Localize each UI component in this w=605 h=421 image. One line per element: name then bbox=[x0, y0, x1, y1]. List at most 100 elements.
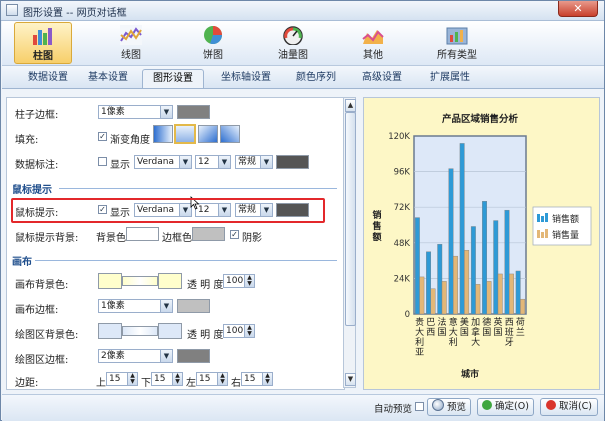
auto-preview-checkbox[interactable] bbox=[415, 402, 424, 411]
bar-border-select[interactable]: 1像素 ▼ bbox=[98, 105, 173, 119]
tool-pie-chart[interactable]: 饼图 bbox=[184, 22, 242, 64]
y-axis-label: 额 bbox=[372, 231, 381, 243]
bar-border-value: 1像素 bbox=[101, 107, 125, 117]
spinner-arrows-icon[interactable]: ▲ ▼ bbox=[127, 373, 137, 385]
chevron-down-icon: ▼ bbox=[218, 156, 230, 168]
x-tick-label: 利 bbox=[449, 336, 458, 348]
tab-axis-settings[interactable]: 坐标轴设置 bbox=[214, 69, 278, 88]
tooltip-border-color-label: 边框色 bbox=[162, 233, 192, 244]
gradient-angle-option-4[interactable] bbox=[220, 125, 240, 143]
close-button[interactable]: ✕ bbox=[558, 1, 598, 17]
spinner-arrows-icon[interactable]: ▲ ▼ bbox=[244, 325, 254, 337]
section-divider bbox=[35, 260, 337, 261]
x-tick-label: 国 bbox=[493, 327, 502, 338]
x-tick-label: 西 bbox=[505, 317, 514, 328]
x-tick-label: 美 bbox=[460, 316, 469, 328]
tooltip-bg-color-swatch[interactable] bbox=[126, 227, 159, 241]
tab-extended-properties[interactable]: 扩展属性 bbox=[422, 69, 478, 88]
tool-label: 柱图 bbox=[33, 51, 53, 62]
canvas-border-color-swatch[interactable] bbox=[177, 299, 210, 313]
x-tick-label: 班 bbox=[505, 326, 514, 338]
margin-bottom-value: 15 bbox=[154, 374, 166, 384]
tooltip-row-highlight bbox=[11, 198, 325, 223]
tab-advanced-settings[interactable]: 高级设置 bbox=[354, 69, 410, 88]
margin-bottom-label: 下 bbox=[141, 378, 151, 389]
margin-right-spinner[interactable]: 15 ▲ ▼ bbox=[241, 372, 273, 386]
canvas-bg-color-b[interactable] bbox=[158, 273, 182, 289]
cancel-icon bbox=[545, 400, 556, 410]
canvas-alpha-label: 透 明 度 bbox=[187, 280, 224, 291]
plot-border-color-swatch[interactable] bbox=[177, 349, 210, 363]
tool-bar-chart[interactable]: 柱图 bbox=[14, 22, 72, 64]
tab-color-sequence[interactable]: 颜色序列 bbox=[288, 69, 344, 88]
canvas-bg-color-a[interactable] bbox=[98, 273, 122, 289]
bar-chart-icon bbox=[32, 26, 54, 46]
ok-button[interactable]: 确定(O) bbox=[477, 398, 534, 416]
spinner-arrows-icon[interactable]: ▲ ▼ bbox=[172, 373, 182, 385]
spinner-arrows-icon[interactable]: ▲ ▼ bbox=[244, 275, 254, 287]
gradient-angle-option-1[interactable] bbox=[153, 125, 173, 143]
title-bar: 图形设置 -- 网页对话框 ✕ bbox=[1, 1, 604, 21]
preview-button[interactable]: 预览 bbox=[427, 398, 471, 416]
settings-scrollbar[interactable]: ▲ ▼ bbox=[343, 97, 356, 388]
gradient-angle-option-3[interactable] bbox=[198, 125, 218, 143]
data-label-size-select[interactable]: 12 ▼ bbox=[195, 155, 231, 169]
canvas-alpha-spinner[interactable]: 100 ▲ ▼ bbox=[223, 274, 255, 288]
legend-swatch bbox=[545, 229, 548, 238]
margin-bottom-spinner[interactable]: 15 ▲ ▼ bbox=[151, 372, 183, 386]
scroll-down-icon[interactable]: ▼ bbox=[345, 373, 356, 386]
tab-basic-settings[interactable]: 基本设置 bbox=[82, 69, 134, 88]
tab-chart-settings[interactable]: 图形设置 bbox=[142, 69, 204, 88]
tooltip-border-color-swatch[interactable] bbox=[192, 227, 225, 241]
plot-bg-color-b[interactable] bbox=[158, 323, 182, 339]
tool-other-chart[interactable]: 其他 bbox=[344, 22, 402, 64]
y-axis-label: 售 bbox=[371, 220, 381, 232]
shadow-label: 阴影 bbox=[242, 233, 262, 244]
x-tick-label: 贵 bbox=[415, 316, 424, 328]
bar-sales-volume bbox=[520, 298, 526, 315]
plot-alpha-spinner[interactable]: 100 ▲ ▼ bbox=[223, 324, 255, 338]
tool-gauge-chart[interactable]: 油量图 bbox=[264, 22, 322, 64]
data-label-show-checkbox[interactable] bbox=[98, 157, 107, 166]
spinner-arrows-icon[interactable]: ▲ ▼ bbox=[262, 373, 272, 385]
margin-top-spinner[interactable]: 15 ▲ ▼ bbox=[106, 372, 138, 386]
bar-border-color-swatch[interactable] bbox=[177, 105, 210, 119]
x-tick-label: 国 bbox=[482, 327, 491, 338]
canvas-border-label: 画布边框: bbox=[15, 305, 59, 316]
cancel-button[interactable]: 取消(C) bbox=[540, 398, 598, 416]
scroll-up-icon[interactable]: ▲ bbox=[345, 99, 356, 112]
bar-sales-volume bbox=[441, 281, 447, 315]
spinner-arrows-icon[interactable]: ▲ ▼ bbox=[217, 373, 227, 385]
gradient-checkbox[interactable]: ✓ bbox=[98, 132, 107, 141]
line-chart-icon bbox=[120, 25, 142, 45]
bar-border-label: 柱子边框: bbox=[15, 110, 59, 121]
bar-sales-volume bbox=[508, 273, 514, 315]
margin-top-value: 15 bbox=[109, 374, 121, 384]
x-tick-label: 意 bbox=[449, 316, 458, 328]
plot-bg-color-a[interactable] bbox=[98, 323, 122, 339]
tool-line-chart[interactable]: 线图 bbox=[102, 22, 160, 64]
bar-sales-volume bbox=[430, 288, 436, 315]
canvas-border-select[interactable]: 1像素 ▼ bbox=[98, 299, 173, 313]
chart-title: 产品区域销售分析 bbox=[442, 113, 519, 125]
margin-left-spinner[interactable]: 15 ▲ ▼ bbox=[196, 372, 228, 386]
tool-label: 饼图 bbox=[203, 50, 223, 61]
tab-data-settings[interactable]: 数据设置 bbox=[22, 69, 74, 88]
style-value: 常规 bbox=[238, 157, 257, 167]
data-label-style-select[interactable]: 常规 ▼ bbox=[235, 155, 273, 169]
plot-border-select[interactable]: 2像素 ▼ bbox=[98, 349, 173, 363]
scroll-thumb[interactable] bbox=[345, 112, 356, 326]
shadow-checkbox[interactable]: ✓ bbox=[230, 230, 239, 239]
gradient-angle-option-2[interactable] bbox=[174, 124, 196, 144]
magnifier-icon bbox=[431, 399, 444, 411]
tool-all-types[interactable]: 所有类型 bbox=[428, 22, 486, 64]
y-tick-label: 24K bbox=[394, 274, 411, 284]
margin-top-label: 上 bbox=[96, 378, 106, 389]
bar-sales-amount bbox=[482, 201, 487, 315]
data-label-color-swatch[interactable] bbox=[276, 155, 309, 169]
x-tick-label: 大 bbox=[415, 326, 424, 338]
x-tick-label: 英 bbox=[493, 316, 502, 328]
x-tick-label: 牙 bbox=[505, 337, 514, 348]
data-label-font-select[interactable]: Verdana ▼ bbox=[134, 155, 192, 169]
bar-sales-amount bbox=[414, 217, 420, 315]
